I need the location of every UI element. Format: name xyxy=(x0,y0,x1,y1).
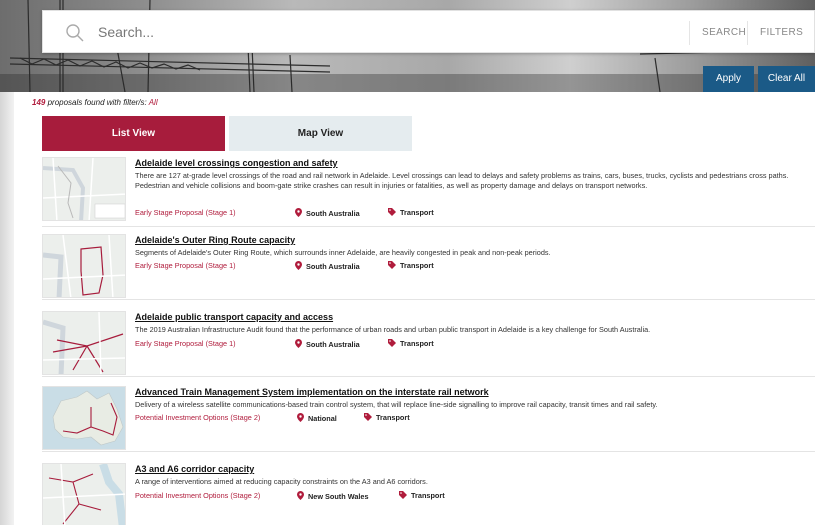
proposal-description: There are 127 at-grade level crossings o… xyxy=(135,171,789,190)
map-thumbnail[interactable] xyxy=(42,311,126,375)
search-icon xyxy=(65,23,85,43)
map-thumbnail[interactable] xyxy=(42,463,126,525)
proposal-location-text: South Australia xyxy=(306,209,360,218)
proposal-title-link[interactable]: Adelaide level crossings congestion and … xyxy=(135,158,338,168)
apply-button[interactable]: Apply xyxy=(703,66,754,92)
list-item: Advanced Train Management System impleme… xyxy=(42,386,815,452)
list-item: Adelaide's Outer Ring Route capacity Seg… xyxy=(42,234,815,300)
tab-map-view[interactable]: Map View xyxy=(229,116,412,151)
map-thumbnail[interactable] xyxy=(42,157,126,221)
proposal-location: New South Wales xyxy=(297,491,369,502)
proposal-category-text: Transport xyxy=(376,413,410,422)
proposal-category: Transport xyxy=(388,339,434,349)
proposal-category-text: Transport xyxy=(400,339,434,348)
proposal-description: Segments of Adelaide's Outer Ring Route,… xyxy=(135,248,551,257)
tag-icon xyxy=(388,208,396,218)
map-thumbnail[interactable] xyxy=(42,234,126,298)
proposal-location: South Australia xyxy=(295,339,360,350)
tag-icon xyxy=(399,491,407,501)
results-count-text: proposals found with filter/s: xyxy=(47,98,147,107)
proposal-title-link[interactable]: Advanced Train Management System impleme… xyxy=(135,387,489,397)
proposal-category-text: Transport xyxy=(411,491,445,500)
tag-icon xyxy=(388,339,396,349)
proposal-location: South Australia xyxy=(295,208,360,219)
tag-icon xyxy=(364,413,372,423)
proposal-stage: Early Stage Proposal (Stage 1) xyxy=(135,261,236,270)
location-pin-icon xyxy=(295,261,302,272)
proposal-stage: Potential Investment Options (Stage 2) xyxy=(135,491,261,500)
filters-button[interactable]: FILTERS xyxy=(747,21,815,45)
proposal-title-link[interactable]: Adelaide public transport capacity and a… xyxy=(135,312,333,322)
clear-all-button[interactable]: Clear All xyxy=(758,66,815,92)
results-count-number: 149 xyxy=(32,98,46,107)
list-item: A3 and A6 corridor capacity A range of i… xyxy=(42,463,815,525)
proposal-category: Transport xyxy=(399,491,445,501)
proposal-title-link[interactable]: Adelaide's Outer Ring Route capacity xyxy=(135,235,295,245)
proposal-category: Transport xyxy=(388,208,434,218)
proposal-stage: Potential Investment Options (Stage 2) xyxy=(135,413,261,422)
map-thumbnail[interactable] xyxy=(42,386,126,450)
proposal-description: A range of interventions aimed at reduci… xyxy=(135,477,428,486)
proposal-category: Transport xyxy=(388,261,434,271)
proposal-category: Transport xyxy=(364,413,410,423)
results-filter-value: All xyxy=(148,98,158,107)
search-input[interactable] xyxy=(98,21,678,43)
proposal-location-text: South Australia xyxy=(306,340,360,349)
location-pin-icon xyxy=(295,208,302,219)
proposal-location: South Australia xyxy=(295,261,360,272)
results-count: 149 proposals found with filter/s: All xyxy=(32,98,158,107)
tab-list-view[interactable]: List View xyxy=(42,116,225,151)
proposal-stage: Early Stage Proposal (Stage 1) xyxy=(135,339,236,348)
proposal-description: Delivery of a wireless satellite communi… xyxy=(135,400,658,409)
location-pin-icon xyxy=(297,413,304,424)
list-item: Adelaide public transport capacity and a… xyxy=(42,311,815,377)
proposal-stage: Early Stage Proposal (Stage 1) xyxy=(135,208,236,217)
list-item: Adelaide level crossings congestion and … xyxy=(42,157,815,227)
proposal-meta: Early Stage Proposal (Stage 1) South Aus… xyxy=(135,339,434,349)
location-pin-icon xyxy=(297,491,304,502)
proposal-location-text: National xyxy=(308,414,337,423)
proposal-meta: Early Stage Proposal (Stage 1) South Aus… xyxy=(135,208,434,218)
search-bar: SEARCH FILTERS xyxy=(42,10,815,53)
proposal-location: National xyxy=(297,413,337,424)
proposal-location-text: South Australia xyxy=(306,262,360,271)
proposal-meta: Early Stage Proposal (Stage 1) South Aus… xyxy=(135,261,434,271)
proposal-title-link[interactable]: A3 and A6 corridor capacity xyxy=(135,464,254,474)
proposal-category-text: Transport xyxy=(400,208,434,217)
location-pin-icon xyxy=(295,339,302,350)
proposal-meta: Potential Investment Options (Stage 2) N… xyxy=(135,413,410,423)
proposal-location-text: New South Wales xyxy=(308,492,369,501)
proposal-meta: Potential Investment Options (Stage 2) N… xyxy=(135,491,445,501)
tag-icon xyxy=(388,261,396,271)
proposal-description: The 2019 Australian Infrastructure Audit… xyxy=(135,325,651,334)
proposal-category-text: Transport xyxy=(400,261,434,270)
